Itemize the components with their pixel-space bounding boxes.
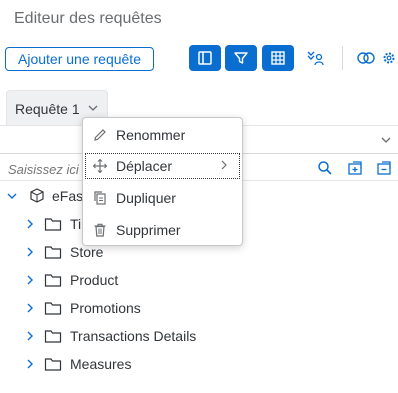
search-icon [318, 161, 332, 175]
expand-all-icon [348, 161, 362, 175]
grid-icon [271, 51, 285, 65]
chevron-right-icon[interactable] [24, 302, 36, 314]
tab-label: Requête 1 [15, 101, 80, 117]
tree-item-label: Promotions [70, 300, 141, 316]
linked-circles-icon [357, 52, 375, 64]
menu-item-rename[interactable]: Renommer [83, 120, 242, 150]
expand-all-button[interactable] [345, 158, 365, 178]
cube-model-icon [30, 188, 44, 203]
tree-root[interactable]: eFash [6, 185, 91, 207]
chevron-down-icon[interactable] [87, 102, 99, 114]
chevron-right-icon[interactable] [24, 330, 36, 342]
pencil-icon [94, 129, 106, 141]
chevron-right-icon[interactable] [24, 246, 36, 258]
chevron-right-icon [221, 160, 227, 170]
collapse-all-button[interactable] [374, 158, 394, 178]
menu-item-label: Renommer [116, 127, 186, 143]
toolbar-separator [342, 46, 343, 70]
search-input[interactable] [8, 160, 88, 178]
tree-item-label: Product [70, 272, 119, 288]
link-button[interactable] [350, 45, 382, 71]
context-menu: Renommer Déplacer Dupliquer Supprimer [82, 117, 243, 246]
tree-item[interactable]: Product [24, 269, 118, 291]
filter-icon [234, 52, 248, 64]
filter-button[interactable] [225, 45, 257, 71]
tree-item-label: Store [70, 244, 104, 260]
folder-icon [44, 274, 62, 287]
settings-button[interactable] [380, 45, 398, 71]
menu-item-label: Déplacer [116, 158, 173, 174]
folder-icon [44, 330, 62, 343]
collapse-all-icon [377, 161, 391, 175]
menu-item-label: Supprimer [116, 222, 181, 238]
search-button[interactable] [315, 158, 335, 178]
grid-button[interactable] [262, 45, 294, 71]
folder-icon [44, 358, 62, 371]
page-title: Editeur des requêtes [14, 10, 162, 27]
settings-icon [383, 52, 395, 64]
copy-icon [94, 191, 106, 205]
tree-item[interactable]: Promotions [24, 297, 141, 319]
move-icon [92, 158, 108, 174]
menu-item-label: Dupliquer [116, 190, 176, 206]
menu-item-delete[interactable]: Supprimer [83, 215, 242, 245]
menu-item-move[interactable]: Déplacer [83, 151, 242, 181]
trash-icon [94, 223, 106, 237]
folder-icon [44, 218, 62, 231]
add-query-button[interactable]: Ajouter une requête [5, 47, 154, 71]
header: Editeur des requêtes [0, 0, 398, 40]
chevron-right-icon[interactable] [24, 218, 36, 230]
menu-item-duplicate[interactable]: Dupliquer [83, 183, 242, 213]
tree-item[interactable]: Measures [24, 353, 131, 375]
folder-icon [44, 246, 62, 259]
hierarchy-users-icon [307, 51, 324, 66]
tree-item-label: Transactions Details [70, 328, 197, 344]
chevron-right-icon[interactable] [24, 358, 36, 370]
tree-item[interactable]: Transactions Details [24, 325, 196, 347]
folder-icon [44, 302, 62, 315]
panel-icon [198, 51, 212, 65]
panel-toggle-button[interactable] [189, 45, 221, 71]
hierarchy-users-button[interactable] [300, 45, 332, 71]
chevron-right-icon[interactable] [24, 274, 36, 286]
tree-item-label: Measures [70, 356, 132, 372]
collapse-chevron-icon[interactable] [380, 134, 392, 146]
chevron-down-icon[interactable] [6, 190, 18, 202]
